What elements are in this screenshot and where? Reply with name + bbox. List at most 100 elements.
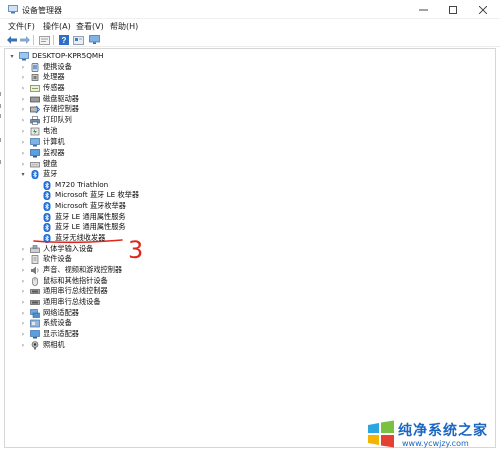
tree-item-system-devices[interactable]: › 系统设备: [19, 318, 72, 328]
scan-button[interactable]: [72, 35, 84, 45]
edge-tick: [0, 114, 3, 118]
tree-label: 显示适配器: [43, 329, 79, 338]
tree-label: 网络适配器: [43, 308, 79, 317]
monitor-button[interactable]: [88, 35, 100, 45]
chevron-right-icon[interactable]: ›: [19, 330, 27, 338]
title-bar: 设备管理器: [0, 0, 500, 19]
tree-item-software-devices[interactable]: › 软件设备: [19, 254, 72, 264]
tree-item-bluetooth-child[interactable]: Microsoft 蓝牙枚举器: [42, 201, 126, 211]
chevron-right-icon[interactable]: ›: [19, 105, 27, 113]
close-icon: [479, 5, 487, 14]
tree-item-display-adapters[interactable]: › 显示适配器: [19, 329, 79, 339]
menu-help[interactable]: 帮助(H): [110, 21, 138, 32]
tree-label: 存储控制器: [43, 104, 79, 113]
tree-item-usb-controllers[interactable]: › 通用串行总线控制器: [19, 286, 108, 296]
chevron-down-icon[interactable]: ▾: [8, 52, 16, 60]
tree-item-sound[interactable]: › 声音、视频和游戏控制器: [19, 265, 122, 275]
tree-item-computer[interactable]: › 计算机: [19, 137, 65, 147]
help-button[interactable]: ?: [58, 35, 70, 45]
root-label: DESKTOP-KPR5QMH: [32, 51, 104, 60]
tree-item-usb-devices[interactable]: › 通用串行总线设备: [19, 297, 101, 307]
chevron-right-icon[interactable]: ›: [19, 84, 27, 92]
tree-item-cameras[interactable]: › 照相机: [19, 340, 65, 350]
chevron-right-icon[interactable]: ›: [19, 116, 27, 124]
minimize-button[interactable]: [408, 0, 438, 19]
bluetooth-icon: [43, 190, 51, 200]
menu-action[interactable]: 操作(A): [43, 21, 71, 32]
device-manager-icon: [8, 5, 18, 14]
edge-tick: [0, 138, 3, 142]
scan-icon: [72, 35, 84, 45]
hid-icon: [30, 244, 40, 253]
edge-tick: [0, 104, 3, 108]
network-icon: [30, 308, 40, 318]
software-device-icon: [31, 254, 39, 264]
chevron-right-icon[interactable]: ›: [19, 287, 27, 295]
chevron-down-icon[interactable]: ▾: [19, 170, 27, 178]
chevron-right-icon[interactable]: ›: [19, 245, 27, 253]
watermark: 纯净系统之家 www.ycwjzy.com: [366, 414, 500, 454]
monitor-icon: [30, 148, 40, 157]
tree-item-disk-drives[interactable]: › 磁盘驱动器: [19, 94, 79, 104]
bluetooth-icon: [43, 233, 51, 243]
properties-button[interactable]: [38, 35, 50, 45]
tree-item-monitors[interactable]: › 监视器: [19, 148, 65, 158]
maximize-button[interactable]: [438, 0, 468, 19]
chevron-right-icon[interactable]: ›: [19, 73, 27, 81]
tree-item-keyboards[interactable]: › 键盘: [19, 159, 58, 169]
tree-item-storage-controllers[interactable]: › 存储控制器: [19, 104, 79, 114]
chevron-right-icon[interactable]: ›: [19, 277, 27, 285]
bluetooth-icon: [43, 212, 51, 222]
bluetooth-icon: [31, 169, 39, 179]
computer-root-icon: [19, 51, 29, 60]
tree-item-hid[interactable]: › 人体学输入设备: [19, 244, 94, 254]
tree-label: 鼠标和其他指针设备: [43, 276, 108, 285]
tree-item-bluetooth[interactable]: ▾ 蓝牙: [19, 169, 57, 179]
menu-file[interactable]: 文件(F): [8, 21, 35, 32]
menu-view[interactable]: 查看(V): [76, 21, 104, 32]
tree-item-print-queues[interactable]: › 打印队列: [19, 115, 72, 125]
storage-controller-icon: [30, 105, 40, 113]
chevron-right-icon[interactable]: ›: [19, 149, 27, 157]
chevron-right-icon[interactable]: ›: [19, 127, 27, 135]
tree-item-bluetooth-child[interactable]: M720 Triathlon: [42, 180, 108, 190]
tree-label: Microsoft 蓝牙枚举器: [55, 201, 126, 210]
tree-item-sensors[interactable]: › 传感器: [19, 83, 65, 93]
tree-label: 通用串行总线设备: [43, 297, 101, 306]
tree-item-portable-devices[interactable]: › 便携设备: [19, 62, 72, 72]
tree-item-batteries[interactable]: › 电池: [19, 126, 58, 136]
maximize-icon: [449, 5, 457, 14]
bluetooth-icon: [43, 180, 51, 190]
chevron-right-icon[interactable]: ›: [19, 95, 27, 103]
chevron-right-icon[interactable]: ›: [19, 319, 27, 327]
mouse-icon: [32, 276, 38, 286]
tree-item-processors[interactable]: › 处理器: [19, 72, 65, 82]
tree-label: 磁盘驱动器: [43, 94, 79, 103]
chevron-right-icon[interactable]: ›: [19, 255, 27, 263]
tree-item-bluetooth-child[interactable]: 蓝牙 LE 通用属性服务: [42, 212, 126, 222]
toolbar-separator: [53, 35, 54, 45]
chevron-right-icon[interactable]: ›: [19, 298, 27, 306]
chevron-right-icon[interactable]: ›: [19, 160, 27, 168]
toolbar: ?: [0, 33, 500, 47]
tree-root[interactable]: ▾ DESKTOP-KPR5QMH: [8, 51, 104, 61]
watermark-title: 纯净系统之家: [398, 423, 488, 439]
processor-icon: [31, 73, 39, 81]
chevron-right-icon[interactable]: ›: [19, 266, 27, 274]
tree-item-network-adapters[interactable]: › 网络适配器: [19, 308, 79, 318]
close-button[interactable]: [468, 0, 498, 19]
tree-item-bluetooth-child[interactable]: 蓝牙 LE 通用属性服务: [42, 222, 126, 232]
forward-button[interactable]: [19, 35, 31, 45]
tree-item-mice[interactable]: › 鼠标和其他指针设备: [19, 276, 108, 286]
chevron-right-icon[interactable]: ›: [19, 138, 27, 146]
tree-label: 系统设备: [43, 318, 72, 327]
chevron-right-icon[interactable]: ›: [19, 63, 27, 71]
back-button[interactable]: [6, 35, 18, 45]
printer-icon: [30, 115, 40, 125]
tree-label: Microsoft 蓝牙 LE 枚举器: [55, 190, 140, 199]
tree-item-bluetooth-child[interactable]: Microsoft 蓝牙 LE 枚举器: [42, 190, 139, 200]
tree-item-bluetooth-radio[interactable]: 蓝牙无线收发器: [42, 233, 105, 243]
tree-label: 便携设备: [43, 62, 72, 71]
chevron-right-icon[interactable]: ›: [19, 341, 27, 349]
chevron-right-icon[interactable]: ›: [19, 309, 27, 317]
